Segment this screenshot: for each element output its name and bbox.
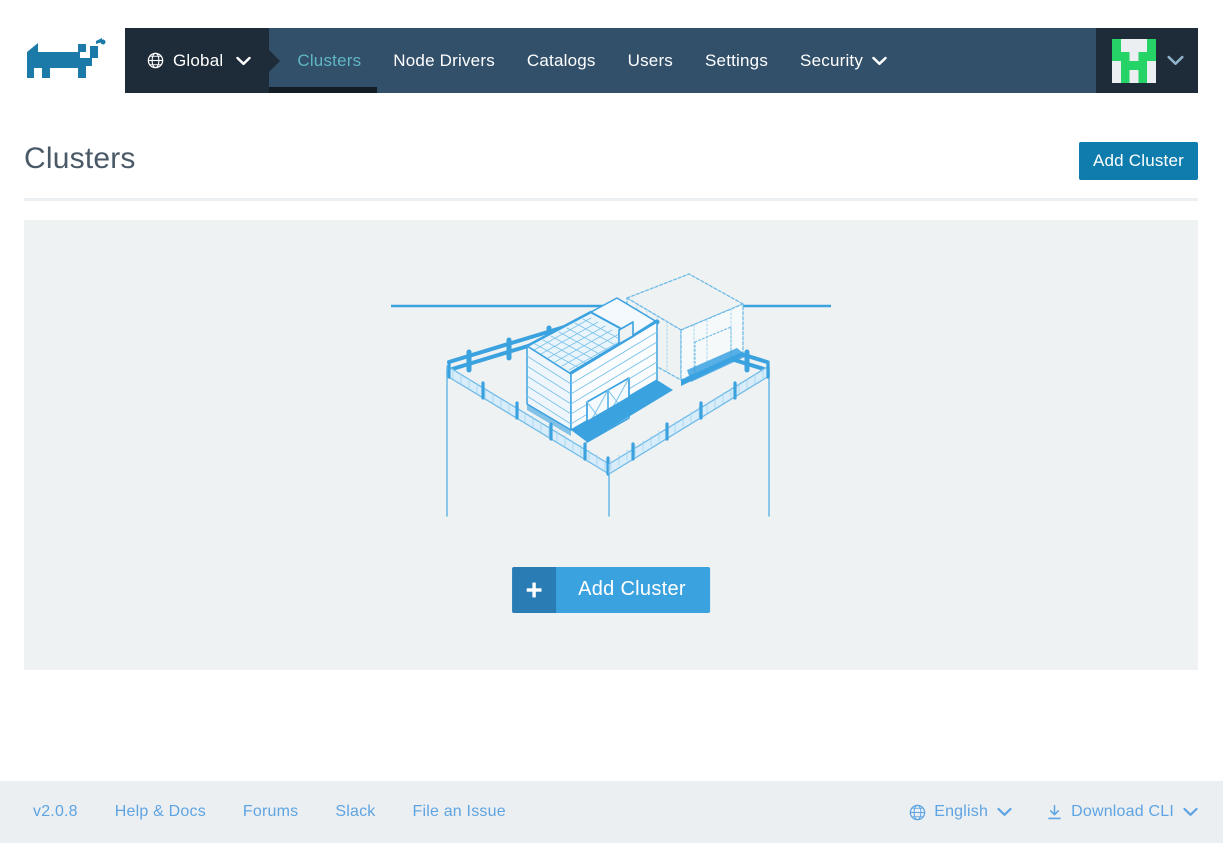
- breadcrumb-arrow-icon: [269, 49, 281, 72]
- footer-link-slack[interactable]: Slack: [335, 803, 375, 821]
- globe-icon: [147, 52, 164, 69]
- rancher-cow-logo[interactable]: [24, 36, 112, 86]
- title-divider: [24, 198, 1198, 201]
- nav-item-users[interactable]: Users: [612, 28, 689, 93]
- nav-item-label: Users: [627, 50, 674, 70]
- scope-selector-label: Global: [173, 50, 224, 70]
- page-title: Clusters: [24, 142, 136, 175]
- footer-links: v2.0.8 Help & Docs Forums Slack File an …: [0, 803, 506, 821]
- download-icon: [1046, 804, 1063, 821]
- language-label: English: [934, 803, 989, 820]
- nav-item-catalogs[interactable]: Catalogs: [511, 28, 612, 93]
- user-menu[interactable]: [1096, 28, 1198, 93]
- language-selector[interactable]: English: [909, 803, 1012, 821]
- chevron-down-icon: [236, 56, 252, 66]
- empty-barn-farm-illustration-icon: [391, 273, 831, 517]
- nav-item-label: Node Drivers: [393, 50, 495, 70]
- chevron-down-icon: [1183, 807, 1198, 817]
- avatar: [1112, 38, 1156, 83]
- app-header: Global Clusters Node Drivers Catalogs Us…: [0, 0, 1223, 120]
- nav-item-label: Settings: [705, 50, 769, 70]
- nav-item-clusters[interactable]: Clusters: [269, 28, 378, 93]
- scope-selector-global[interactable]: Global: [125, 28, 281, 93]
- empty-state-illustration: [24, 252, 1198, 542]
- download-cli-label: Download CLI: [1071, 803, 1174, 820]
- footer-link-file-an-issue[interactable]: File an Issue: [412, 803, 505, 821]
- add-cluster-button-top[interactable]: Add Cluster: [1078, 142, 1198, 180]
- footer-link-version[interactable]: v2.0.8: [33, 803, 78, 821]
- footer-link-help-docs[interactable]: Help & Docs: [115, 803, 206, 821]
- clusters-empty-state-panel: Add Cluster: [24, 220, 1198, 670]
- plus-icon: [512, 567, 557, 613]
- main-navigation-bar: Global Clusters Node Drivers Catalogs Us…: [125, 28, 1198, 93]
- nav-item-security[interactable]: Security: [784, 28, 903, 93]
- chevron-down-icon: [872, 56, 887, 66]
- chevron-down-icon: [1167, 55, 1184, 66]
- nav-item-label: Security: [800, 50, 864, 70]
- nav-item-settings[interactable]: Settings: [689, 28, 784, 93]
- chevron-down-icon: [997, 807, 1012, 817]
- download-cli-selector[interactable]: Download CLI: [1046, 803, 1198, 821]
- user-avatar-identicon-icon: [1112, 38, 1156, 83]
- page-title-bar: Clusters Add Cluster: [0, 120, 1223, 205]
- footer-controls: English Download CLI: [875, 803, 1223, 821]
- nav-item-list: Clusters Node Drivers Catalogs Users Set…: [269, 28, 1096, 93]
- footer-link-forums[interactable]: Forums: [243, 803, 298, 821]
- add-cluster-button-center[interactable]: Add Cluster: [512, 567, 710, 613]
- nav-item-label: Clusters: [297, 50, 362, 70]
- add-cluster-label: Add Cluster: [578, 578, 686, 600]
- nav-item-label: Catalogs: [526, 50, 596, 70]
- nav-item-node-drivers[interactable]: Node Drivers: [377, 28, 511, 93]
- rancher-cow-logo-icon: [27, 38, 106, 78]
- app-footer: v2.0.8 Help & Docs Forums Slack File an …: [0, 781, 1223, 843]
- globe-icon: [909, 804, 926, 821]
